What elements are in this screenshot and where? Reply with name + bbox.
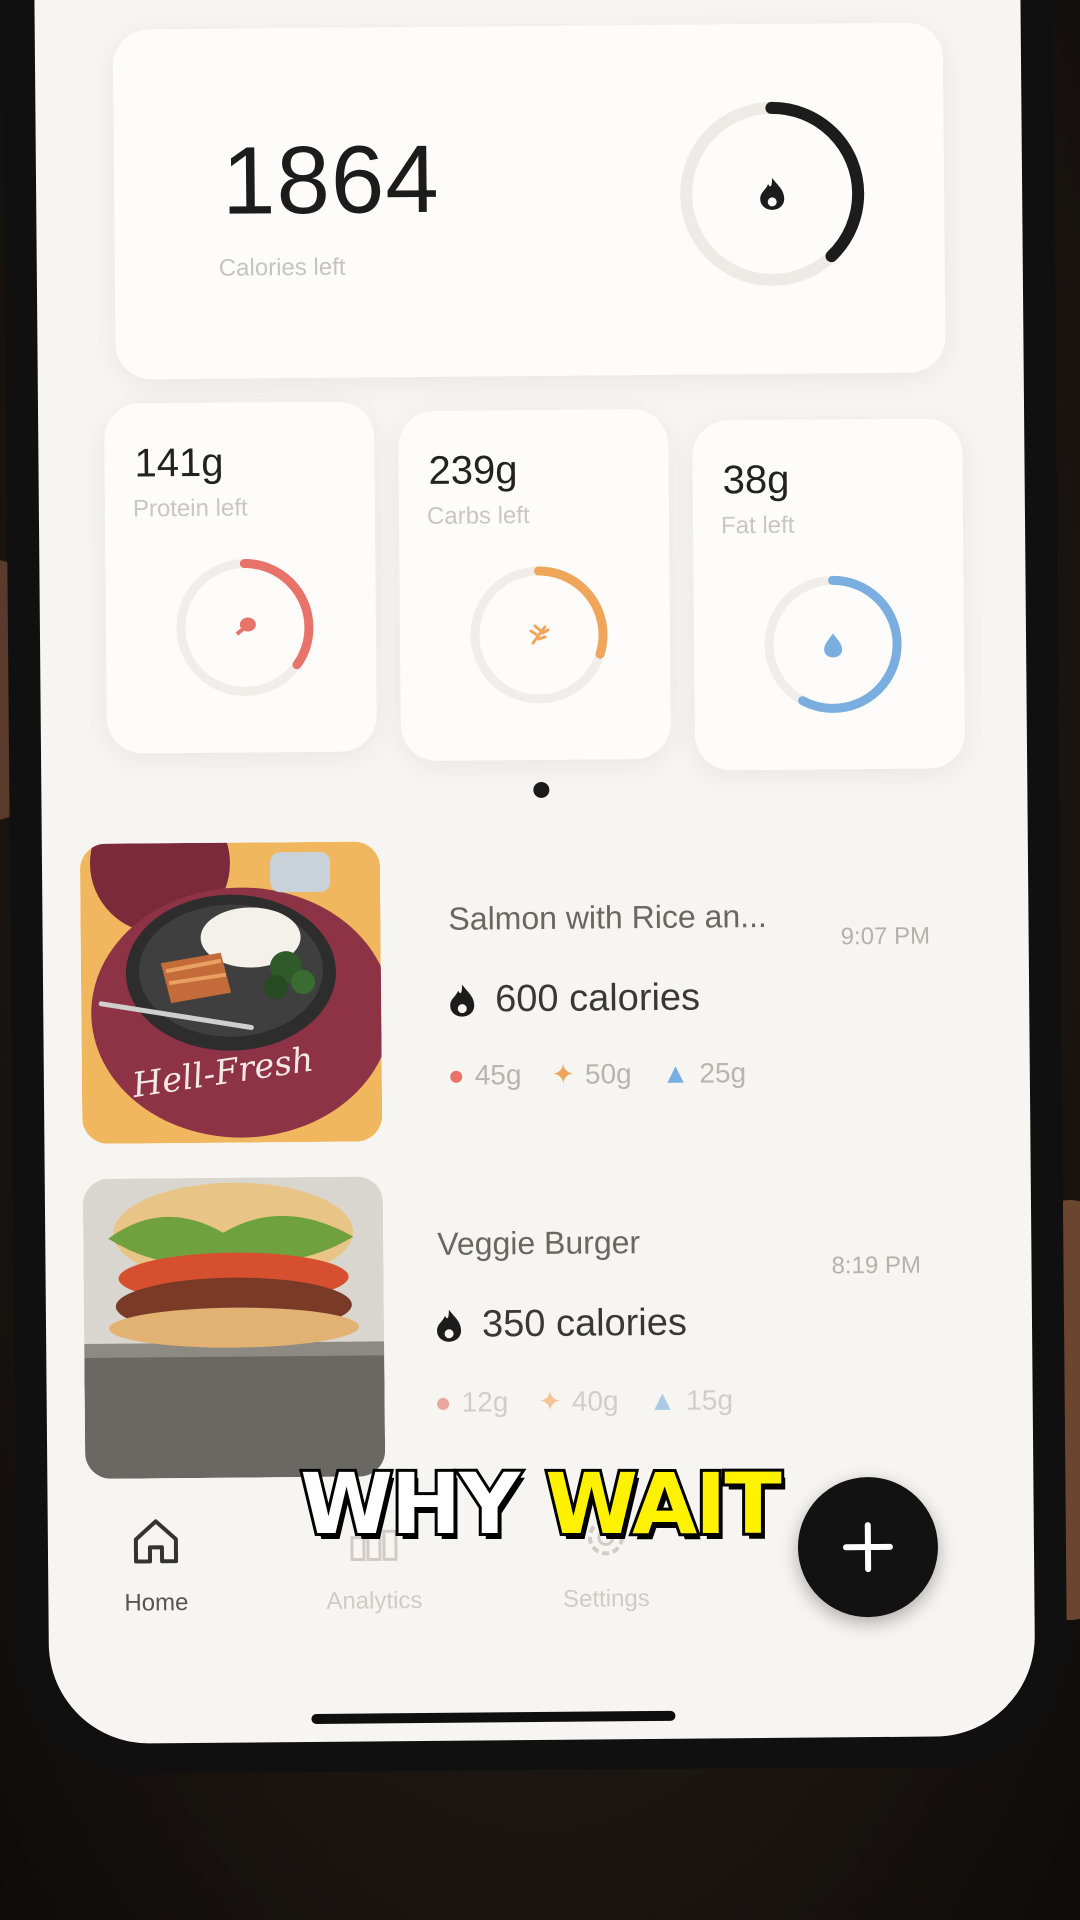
protein-left-label: Protein left [132,494,248,523]
protein-ring [176,559,314,697]
carbs-left-value: 239g [428,448,518,493]
carbs-left-label: Carbs left [426,502,530,530]
meal-time: 8:19 PM [831,1251,922,1280]
date-item-selected[interactable]: 27 [782,0,820,5]
flame-icon [450,984,475,1017]
fat-ring [764,575,902,713]
calories-card[interactable]: 1864 Calories left [112,22,946,380]
date-item[interactable]: 26 [659,0,697,2]
meal-protein: 12g [461,1385,509,1418]
wheat-icon: ✦ [538,1385,562,1417]
fat-card[interactable]: 38g Fat left [692,418,966,771]
nav-analytics-label: Analytics [326,1587,423,1615]
meal-fat: 25g [699,1056,747,1089]
meal-carbs: 50g [584,1057,632,1090]
meal-entry[interactable]: Hell-Fresh Salmon with Rice an... 9:07 P… [79,836,983,1144]
meal-name: Salmon with Rice an... [448,897,767,937]
meal-carbs: 40g [571,1384,619,1417]
home-indicator [311,1710,676,1724]
date-strip: 23 24 25 26 27 28 [34,0,1020,24]
calories-ring [680,101,865,286]
meal-name: Veggie Burger [437,1224,641,1262]
meal-protein: 45g [474,1058,522,1091]
meal-calories: 350 calories [434,1302,687,1347]
protein-card[interactable]: 141g Protein left [103,401,378,754]
fat-left-label: Fat left [720,511,795,540]
droplet-icon: ▲ [648,1384,677,1416]
carbs-ring [470,566,608,704]
meal-macros: ● 45g ✦ 50g ▲ 25g [448,1056,747,1092]
meal-calories-text: 600 calories [494,976,701,1021]
carbs-card[interactable]: 239g Carbs left [398,408,672,762]
meal-time: 9:07 PM [840,922,931,951]
wheat-icon: ✦ [551,1058,576,1090]
drumstick-icon [235,617,256,636]
drumstick-icon: ● [434,1386,452,1418]
caption-word-1: WHY [297,1452,523,1556]
calories-left-value: 1864 [221,125,441,235]
meal-calories-text: 350 calories [481,1301,688,1346]
calories-left-label: Calories left [218,253,346,282]
flame-icon [437,1309,462,1342]
meal-entry[interactable]: Veggie Burger 8:19 PM 350 calories ● 12g … [82,1171,986,1479]
date-item[interactable]: 28 [914,0,945,5]
nav-settings-label: Settings [562,1585,650,1613]
drumstick-icon: ● [447,1059,465,1091]
droplet-icon [824,633,843,658]
wheat-icon [529,624,550,645]
meal-fat: 15g [686,1383,734,1416]
nav-home-label: Home [124,1589,189,1617]
caption-word-2: WAIT [542,1452,784,1556]
droplet-icon: ▲ [661,1057,690,1089]
flame-icon [760,177,785,210]
protein-left-value: 141g [134,440,224,486]
fat-left-value: 38g [722,457,790,503]
video-caption: WHY WAIT [0,1452,1080,1556]
meal-calories: 600 calories [447,977,700,1022]
meal-photo-salmon: Hell-Fresh [79,841,383,1144]
meal-photo-burger [82,1176,386,1479]
page-indicator-dot[interactable] [533,781,550,799]
meal-macros: ● 12g ✦ 40g ▲ 15g [435,1383,734,1419]
